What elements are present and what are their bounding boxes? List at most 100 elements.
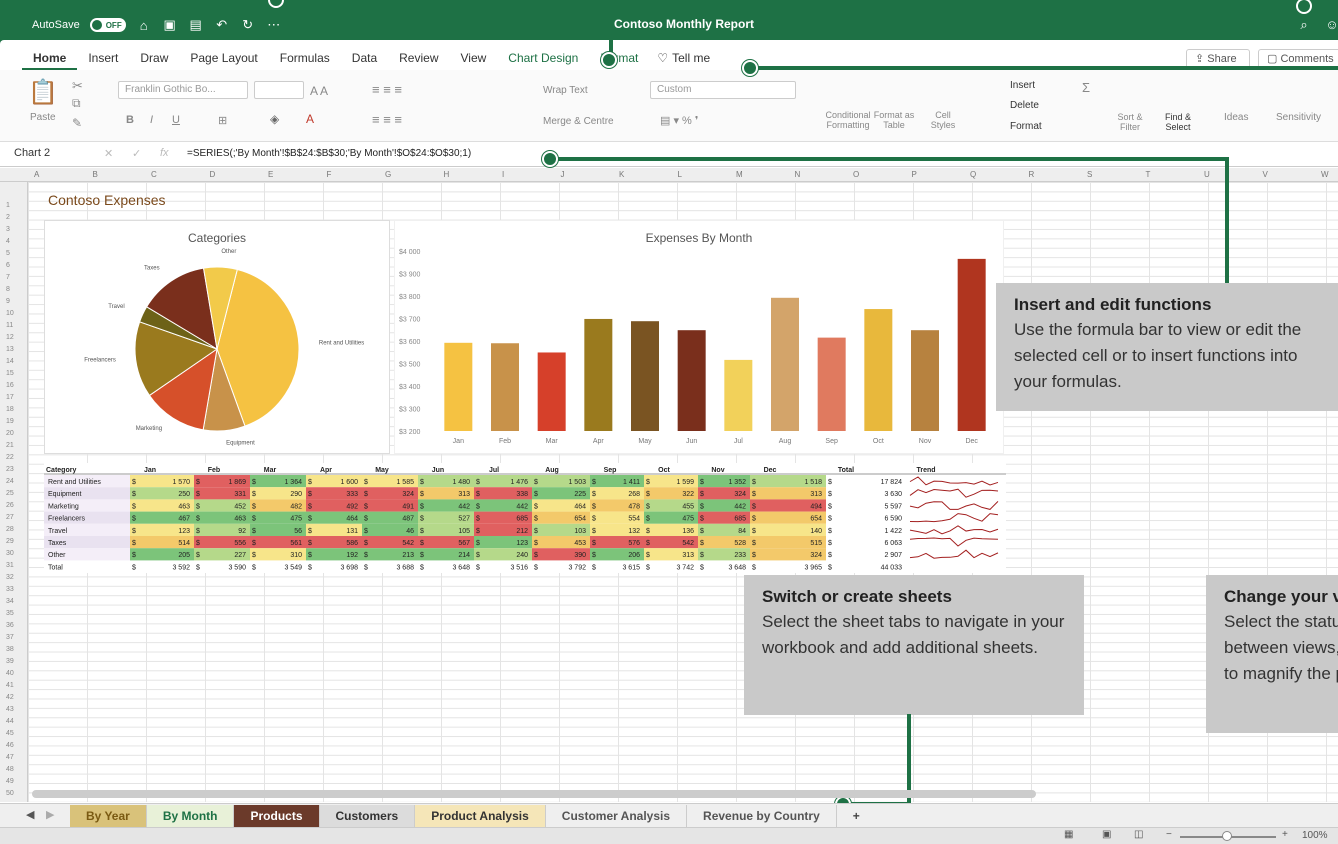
tab-view[interactable]: View bbox=[450, 46, 498, 70]
row-header[interactable]: 19 bbox=[6, 418, 14, 425]
column-header[interactable]: H bbox=[444, 170, 450, 179]
prev-sheet-icon[interactable]: ◀ bbox=[26, 808, 34, 821]
align-icon[interactable]: ≡ ≡ ≡ bbox=[372, 82, 402, 97]
column-header[interactable]: B bbox=[93, 170, 98, 179]
row-header[interactable]: 31 bbox=[6, 562, 14, 569]
row-header[interactable]: 26 bbox=[6, 502, 14, 509]
format-cells-button[interactable]: Format bbox=[1010, 121, 1042, 132]
row-header[interactable]: 40 bbox=[6, 670, 14, 677]
page-layout-view-icon[interactable]: ▣ bbox=[1102, 829, 1111, 840]
underline-icon[interactable]: U bbox=[172, 114, 180, 126]
row-header[interactable]: 24 bbox=[6, 478, 14, 485]
sheet-tab[interactable]: Products bbox=[234, 804, 320, 827]
row-header[interactable]: 35 bbox=[6, 610, 14, 617]
row-header[interactable]: 6 bbox=[6, 262, 10, 269]
row-header[interactable]: 39 bbox=[6, 658, 14, 665]
column-header[interactable]: W bbox=[1321, 170, 1329, 179]
sheet-tab[interactable]: Revenue by Country bbox=[687, 804, 837, 827]
autosave-toggle[interactable]: OFF bbox=[89, 18, 126, 32]
row-header[interactable]: 22 bbox=[6, 454, 14, 461]
zoom-slider-thumb[interactable] bbox=[1222, 831, 1232, 841]
column-header[interactable]: C bbox=[151, 170, 157, 179]
tab-insert[interactable]: Insert bbox=[77, 46, 129, 70]
merge-centre-button[interactable]: Merge & Centre bbox=[543, 116, 614, 127]
percent-icon[interactable]: ▤ ▾ % ❜ bbox=[660, 114, 698, 127]
font-size-dropdown[interactable] bbox=[254, 81, 304, 99]
column-header[interactable]: A bbox=[34, 170, 39, 179]
row-header[interactable]: 15 bbox=[6, 370, 14, 377]
delete-cells-button[interactable]: Delete bbox=[1010, 100, 1039, 111]
sheet-tab[interactable]: By Year bbox=[70, 804, 147, 827]
tab-home[interactable]: Home bbox=[22, 46, 78, 70]
add-sheet-button[interactable]: + bbox=[837, 805, 876, 827]
column-header[interactable]: V bbox=[1263, 170, 1268, 179]
row-header[interactable]: 5 bbox=[6, 250, 10, 257]
font-name-dropdown[interactable]: Franklin Gothic Bo... bbox=[118, 81, 248, 99]
italic-icon[interactable]: I bbox=[150, 114, 153, 126]
search-icon[interactable]: ⌕ bbox=[1296, 17, 1312, 33]
next-sheet-icon[interactable]: ▶ bbox=[46, 808, 54, 821]
row-header[interactable]: 33 bbox=[6, 586, 14, 593]
tell-me-input[interactable]: Tell me bbox=[670, 46, 721, 70]
row-header[interactable]: 38 bbox=[6, 646, 14, 653]
sort-filter-button[interactable]: Sort & Filter bbox=[1110, 112, 1150, 132]
account-icon[interactable]: ☺ bbox=[1324, 17, 1338, 32]
normal-view-icon[interactable]: ▦ bbox=[1064, 829, 1073, 840]
row-header[interactable]: 20 bbox=[6, 430, 14, 437]
row-header[interactable]: 21 bbox=[6, 442, 14, 449]
undo-icon[interactable]: ↶ bbox=[214, 17, 230, 33]
tab-draw[interactable]: Draw bbox=[129, 46, 179, 70]
row-header[interactable]: 48 bbox=[6, 766, 14, 773]
column-header[interactable]: Q bbox=[970, 170, 976, 179]
name-box[interactable]: Chart 2 bbox=[14, 147, 50, 159]
row-header[interactable]: 43 bbox=[6, 706, 14, 713]
enter-icon[interactable]: ✓ bbox=[132, 147, 141, 160]
tab-chart-design[interactable]: Chart Design bbox=[497, 46, 589, 70]
page-break-view-icon[interactable]: ◫ bbox=[1134, 829, 1143, 840]
sheet-tab[interactable]: Customer Analysis bbox=[545, 804, 688, 827]
row-header[interactable]: 42 bbox=[6, 694, 14, 701]
row-header[interactable]: 49 bbox=[6, 778, 14, 785]
column-header[interactable]: G bbox=[385, 170, 391, 179]
autosum-icon[interactable]: Σ bbox=[1082, 80, 1090, 95]
formula-input[interactable]: =SERIES(;'By Month'!$B$24:$B$30;'By Mont… bbox=[187, 148, 471, 159]
row-header[interactable]: 13 bbox=[6, 346, 14, 353]
print-icon[interactable]: ▤ bbox=[188, 17, 204, 33]
row-header[interactable]: 30 bbox=[6, 550, 14, 557]
redo-icon[interactable]: ↻ bbox=[240, 17, 256, 33]
cancel-icon[interactable]: ✕ bbox=[104, 147, 113, 160]
column-header[interactable]: P bbox=[912, 170, 917, 179]
row-header[interactable]: 46 bbox=[6, 742, 14, 749]
row-header[interactable]: 1 bbox=[6, 202, 10, 209]
row-header[interactable]: 41 bbox=[6, 682, 14, 689]
row-header[interactable]: 9 bbox=[6, 298, 10, 305]
column-header[interactable]: U bbox=[1204, 170, 1210, 179]
row-header[interactable]: 36 bbox=[6, 622, 14, 629]
more-icon[interactable]: ⋯ bbox=[266, 17, 282, 33]
column-header[interactable]: F bbox=[327, 170, 332, 179]
column-header[interactable]: M bbox=[736, 170, 743, 179]
tab-formulas[interactable]: Formulas bbox=[269, 46, 341, 70]
column-header[interactable]: N bbox=[795, 170, 801, 179]
fx-button[interactable]: fx bbox=[160, 147, 169, 159]
column-header[interactable]: R bbox=[1029, 170, 1035, 179]
format-painter-icon[interactable]: ✎ bbox=[72, 116, 82, 130]
column-header[interactable]: L bbox=[678, 170, 682, 179]
row-header[interactable]: 18 bbox=[6, 406, 14, 413]
pie-chart[interactable]: Categories Rent and Utilities Equipment Ma… bbox=[44, 220, 390, 454]
save-icon[interactable]: ▣ bbox=[162, 17, 178, 33]
row-header[interactable]: 8 bbox=[6, 286, 10, 293]
row-header[interactable]: 45 bbox=[6, 730, 14, 737]
sensitivity-button[interactable]: Sensitivity bbox=[1276, 112, 1321, 123]
row-header[interactable]: 10 bbox=[6, 310, 14, 317]
tab-format[interactable]: Format bbox=[589, 46, 649, 70]
row-header[interactable]: 47 bbox=[6, 754, 14, 761]
tab-review[interactable]: Review bbox=[388, 46, 449, 70]
sheet-tab[interactable]: Customers bbox=[319, 804, 416, 827]
sheet-tab[interactable]: Product Analysis bbox=[415, 804, 546, 827]
insert-cells-button[interactable]: Insert bbox=[1010, 80, 1035, 91]
row-header[interactable]: 27 bbox=[6, 514, 14, 521]
row-header[interactable]: 3 bbox=[6, 226, 10, 233]
tab-data[interactable]: Data bbox=[341, 46, 388, 70]
bold-icon[interactable]: B bbox=[126, 114, 134, 126]
